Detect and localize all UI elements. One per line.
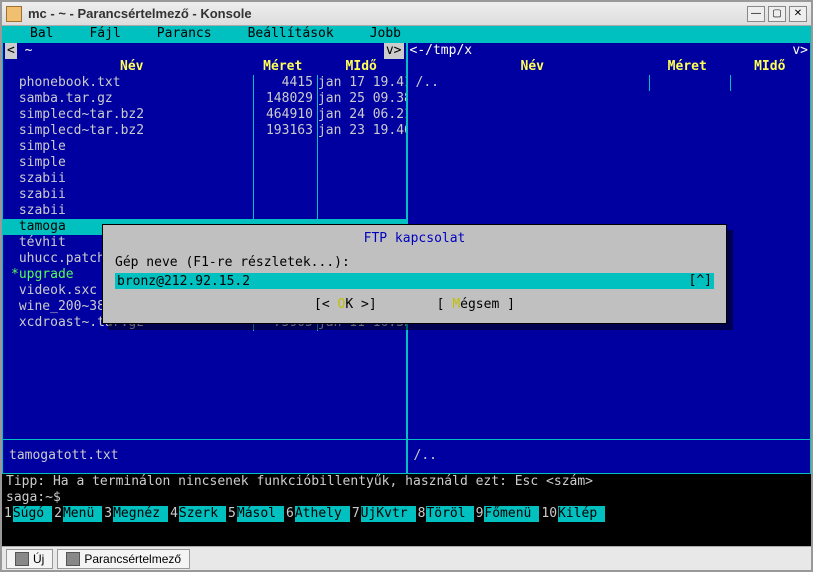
file-row[interactable]: simple: [3, 155, 406, 171]
fkey-num: 10: [539, 506, 558, 522]
fkey-num: 9: [474, 506, 485, 522]
right-status: /..: [408, 439, 811, 473]
new-tab-icon: [15, 552, 29, 566]
shell-tab[interactable]: Parancsértelmező: [57, 549, 190, 569]
hint-line: Tipp: Ha a terminálon nincsenek funkciób…: [2, 474, 811, 490]
right-panel-top: <-/tmp/x v>: [408, 43, 811, 59]
terminal-area: Bal Fájl Parancs Beállítások Jobb < ~ v>…: [2, 26, 811, 546]
fkey-num: 3: [102, 506, 113, 522]
file-row[interactable]: phonebook.txt4415jan 17 19.41: [3, 75, 406, 91]
shell-tab-icon: [66, 552, 80, 566]
ftp-host-input[interactable]: [117, 274, 689, 289]
shell-tab-label: Parancsértelmező: [84, 552, 181, 566]
fkey-menü[interactable]: Menü: [63, 506, 102, 522]
file-row[interactable]: simple: [3, 139, 406, 155]
fkey-szerk[interactable]: Szerk: [179, 506, 226, 522]
ftp-dialog: FTP kapcsolat Gép neve (F1-re részletek.…: [102, 224, 727, 324]
window-title: mc - ~ - Parancsértelmező - Konsole: [28, 6, 744, 21]
left-headers: Név Méret MIdő: [3, 59, 406, 75]
left-header-size: Méret: [253, 59, 317, 75]
menu-parancs[interactable]: Parancs: [139, 26, 230, 42]
mc-menubar[interactable]: Bal Fájl Parancs Beállítások Jobb: [2, 26, 811, 42]
titlebar: mc - ~ - Parancsértelmező - Konsole — ▢ …: [2, 2, 811, 26]
menu-fajl[interactable]: Fájl: [71, 26, 138, 42]
fkey-num: 8: [416, 506, 427, 522]
fkey-töröl[interactable]: Töröl: [426, 506, 473, 522]
fkey-újkvtr[interactable]: ÚjKvtr: [361, 506, 416, 522]
left-header-date: MIdő: [317, 59, 406, 75]
function-keys: 1Súgó2Menü3Megnéz4Szerk5Másol6Áthely7ÚjK…: [2, 506, 811, 522]
left-path: ~: [17, 43, 33, 59]
menu-bal[interactable]: Bal: [12, 26, 71, 42]
right-headers: Név Méret MIdő: [408, 59, 811, 75]
cancel-button[interactable]: [ Mégsem ]: [437, 297, 515, 313]
fkey-num: 2: [52, 506, 63, 522]
close-button[interactable]: ✕: [789, 6, 807, 22]
fkey-megnéz[interactable]: Megnéz: [113, 506, 168, 522]
right-header-name: Név: [408, 59, 650, 75]
ok-button[interactable]: [< OK >]: [314, 297, 377, 313]
left-scroll-left-icon[interactable]: <: [5, 43, 17, 59]
konsole-tabbar: Új Parancsértelmező: [2, 546, 811, 570]
left-status: tamogatott.txt: [3, 439, 406, 473]
right-scroll-right-icon[interactable]: v>: [792, 43, 808, 59]
fkey-áthely[interactable]: Áthely: [295, 506, 350, 522]
menu-jobb[interactable]: Jobb: [352, 26, 419, 42]
file-row[interactable]: simplecd~tar.bz2464910jan 24 06.21: [3, 107, 406, 123]
new-tab-label: Új: [33, 552, 44, 566]
panels: < ~ v> Név Méret MIdő phonebook.txt4415j…: [2, 42, 811, 474]
maximize-button[interactable]: ▢: [768, 6, 786, 22]
fkey-kilép[interactable]: Kilép: [558, 506, 605, 522]
app-icon: [6, 6, 22, 22]
fkey-főmenü[interactable]: Főmenü: [484, 506, 539, 522]
new-tab-button[interactable]: Új: [6, 549, 53, 569]
fkey-másol[interactable]: Másol: [237, 506, 284, 522]
fkey-num: 4: [168, 506, 179, 522]
left-panel-top: < ~ v>: [3, 43, 406, 59]
fkey-num: 6: [284, 506, 295, 522]
file-row[interactable]: szabii: [3, 203, 406, 219]
fkey-súgó[interactable]: Súgó: [13, 506, 52, 522]
right-header-date: MIdő: [730, 59, 811, 75]
file-row[interactable]: simplecd~tar.bz2193163jan 23 19.46: [3, 123, 406, 139]
dialog-buttons: [< OK >] [ Mégsem ]: [115, 297, 714, 313]
fkey-num: 5: [226, 506, 237, 522]
right-header-size: Méret: [649, 59, 730, 75]
dialog-title: FTP kapcsolat: [115, 231, 714, 247]
minimize-button[interactable]: —: [747, 6, 765, 22]
left-scroll-right-icon[interactable]: v>: [384, 43, 404, 59]
dialog-prompt: Gép neve (F1-re részletek...):: [115, 255, 714, 271]
menu-beallitasok[interactable]: Beállítások: [230, 26, 352, 42]
file-row[interactable]: /..: [408, 75, 811, 91]
fkey-num: 1: [2, 506, 13, 522]
konsole-window: mc - ~ - Parancsértelmező - Konsole — ▢ …: [0, 0, 813, 572]
file-row[interactable]: szabii: [3, 187, 406, 203]
file-row[interactable]: szabii: [3, 171, 406, 187]
shell-prompt[interactable]: saga:~$: [2, 490, 811, 506]
history-icon[interactable]: [^]: [689, 273, 712, 289]
fkey-num: 7: [350, 506, 361, 522]
left-header-name: Név: [3, 59, 253, 75]
dialog-input-row[interactable]: [^]: [115, 273, 714, 289]
file-row[interactable]: samba.tar.gz148029jan 25 09.38: [3, 91, 406, 107]
right-path: <-/tmp/x: [410, 43, 473, 59]
